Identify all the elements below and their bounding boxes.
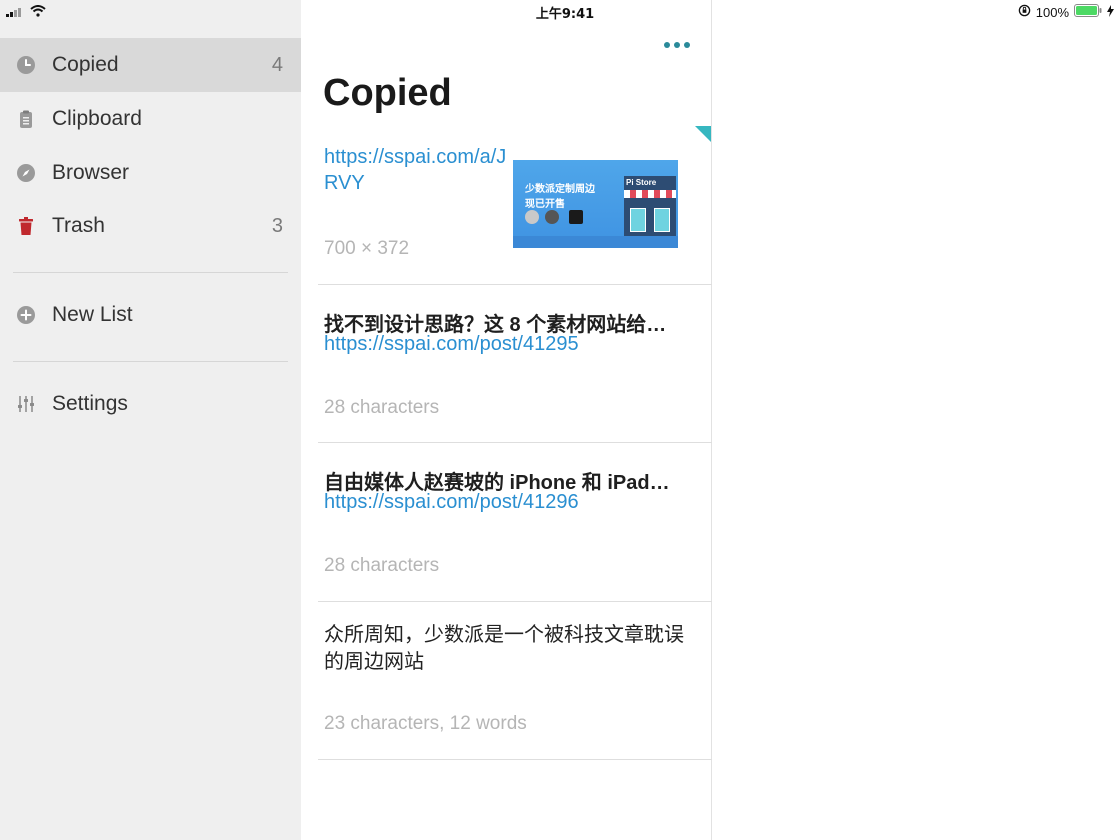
sidebar-item-label: Copied <box>52 53 119 76</box>
sidebar-item-count: 3 <box>271 214 283 237</box>
charging-bolt-icon <box>1107 4 1114 20</box>
thumbnail-product <box>545 210 559 224</box>
entry-url-continued: RVY <box>324 172 365 194</box>
sidebar-divider <box>13 361 288 362</box>
sidebar-item-count: 4 <box>271 53 283 76</box>
compass-icon <box>16 163 36 183</box>
store-awning <box>624 190 676 198</box>
page-title: Copied <box>323 72 452 114</box>
sidebar: Copied 4 Clipboard Browser Trash 3 New L… <box>0 0 301 840</box>
new-list-button[interactable]: New List <box>0 288 301 342</box>
sidebar-item-browser[interactable]: Browser <box>0 146 301 200</box>
list-item-text[interactable]: 众所周知，少数派是一个被科技文章耽误的周边网站 23 characters, 1… <box>318 602 712 760</box>
clipboard-icon <box>16 109 36 129</box>
sidebar-divider <box>13 272 288 273</box>
settings-button[interactable]: Settings <box>0 377 301 431</box>
more-dot <box>664 42 670 48</box>
thumbnail-product <box>569 210 583 224</box>
clock-icon <box>16 55 36 75</box>
sidebar-item-label: Browser <box>52 161 130 184</box>
entry-meta: 28 characters <box>324 555 440 576</box>
status-time: 上午9:41 <box>535 7 595 22</box>
signal-icon <box>6 4 24 20</box>
entry-meta: 28 characters <box>324 397 440 418</box>
sidebar-item-label: Clipboard <box>52 107 142 130</box>
copied-list-pane: Copied https://sspai.com/a/J RVY 700 × 3… <box>301 0 712 840</box>
thumbnail-store: Pi Store <box>624 176 676 236</box>
battery-percentage: 100% <box>1035 4 1069 20</box>
status-bar: 上午9:41 100% <box>0 0 1120 24</box>
thumbnail-caption: 现已开售 <box>525 199 565 210</box>
entry-meta: 23 characters, 12 words <box>324 713 527 734</box>
entry-text: 众所周知，少数派是一个被科技文章耽误的周边网站 <box>324 624 684 673</box>
entry-thumbnail-image: 少数派定制周边 现已开售 Pi Store <box>513 160 678 248</box>
status-left <box>6 4 46 20</box>
store-sign: Pi Store <box>626 178 657 187</box>
more-dot <box>674 42 680 48</box>
detail-pane <box>712 24 1120 840</box>
settings-label: Settings <box>52 392 128 415</box>
battery-icon <box>1074 4 1102 20</box>
status-right: 100% <box>1018 3 1114 21</box>
orientation-lock-icon <box>1018 4 1031 20</box>
thumbnail-caption: 少数派定制周边 <box>525 184 595 195</box>
sidebar-item-clipboard[interactable]: Clipboard <box>0 92 301 146</box>
entry-url: https://sspai.com/post/41295 <box>324 333 579 355</box>
entry-url: https://sspai.com/a/J <box>324 146 507 168</box>
store-window <box>654 208 670 232</box>
more-options-button[interactable] <box>661 38 693 52</box>
sidebar-item-copied[interactable]: Copied 4 <box>0 38 301 92</box>
list-item-link[interactable]: 找不到设计思路？这 8 个素材网站给… https://sspai.com/po… <box>318 285 712 443</box>
entry-url: https://sspai.com/post/41296 <box>324 491 579 513</box>
store-window <box>630 208 646 232</box>
sliders-icon <box>16 394 36 414</box>
sidebar-item-trash[interactable]: Trash 3 <box>0 199 301 253</box>
list-item-link[interactable]: 自由媒体人赵赛坡的 iPhone 和 iPad… https://sspai.c… <box>318 443 712 602</box>
thumbnail-ground <box>513 236 678 248</box>
thumbnail-product <box>525 210 539 224</box>
new-list-label: New List <box>52 303 133 326</box>
more-dot <box>684 42 690 48</box>
sidebar-item-label: Trash <box>52 214 105 237</box>
trash-icon <box>16 216 36 236</box>
plus-circle-icon <box>16 305 36 325</box>
entry-meta: 700 × 372 <box>324 238 410 259</box>
wifi-icon <box>30 4 46 20</box>
